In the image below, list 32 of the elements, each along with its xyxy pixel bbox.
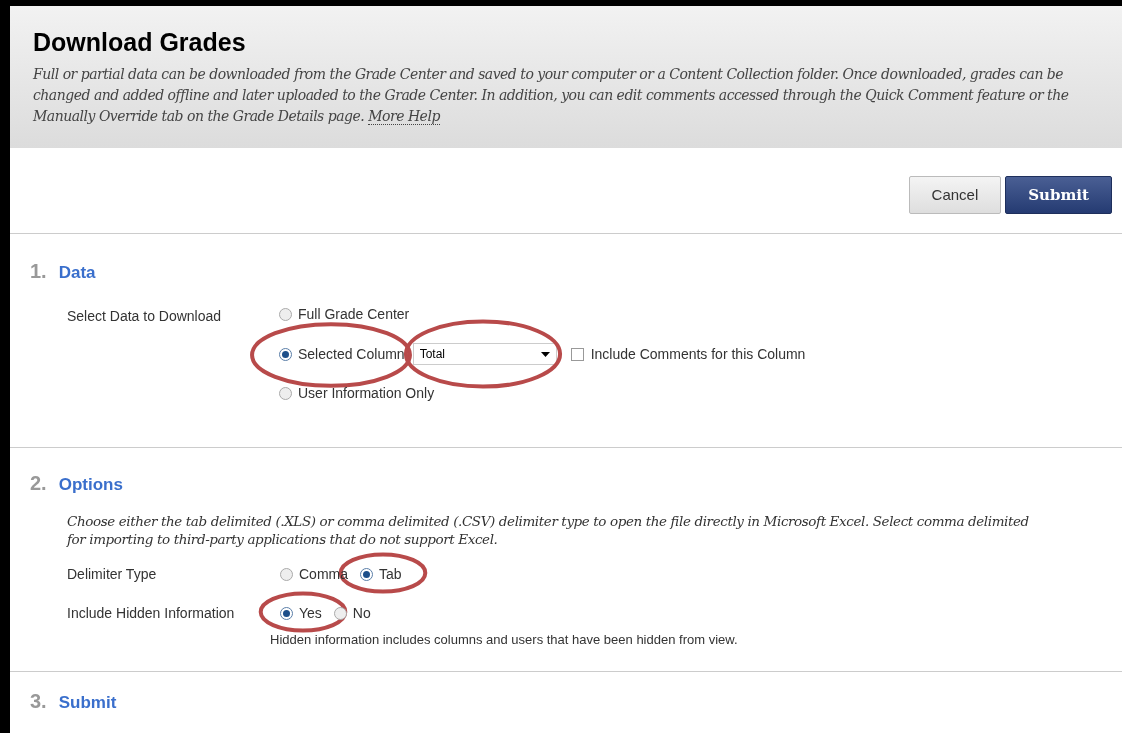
step-number: 2. [30,471,47,496]
radio-button[interactable] [333,607,347,620]
note-text: Hidden information includes columns and users that have been hidden from view. [270,631,738,649]
radio-button[interactable] [280,607,293,620]
radio-button[interactable] [279,308,292,321]
checkbox[interactable] [570,347,584,361]
description-text: Full or partial data can be downloaded from the Grade Center and saved to your computer or a Content Collection folder. Once downloaded, grades can be changed and added offline and later uploaded to the Grade Center. In addition, you can edit comments accessed through the Quick Comment feature or the Manually Override tab on the Grade Details page. More Help [33,64,1070,127]
option-label: User Information Only [298,384,435,403]
caret-icon [540,351,550,357]
submit-button[interactable]: Submit [1005,176,1112,214]
step-number: 1. [30,259,47,284]
section-title: Options [58,474,123,496]
option-label: Full Grade Center [298,305,410,324]
cancel-button[interactable]: Cancel [908,176,1002,214]
more-help-link[interactable]: More Help [368,107,440,125]
option-label: Selected Column [298,344,405,364]
radio-button[interactable] [360,568,373,581]
checkbox-label: Include Comments for this Column [590,344,806,364]
section-title: Data [58,262,96,284]
option-label: Yes [299,604,322,623]
step-number: 3. [30,689,47,714]
field-label: Select Data to Download [67,307,223,326]
option-label: Tab [379,565,402,584]
field-label: Delimiter Type [67,565,158,584]
instructions-text: Choose either the tab delimited (.XLS) or comma delimited (.CSV) delimiter type to open the file directly in Microsoft Excel. Select comma delimited for importing to third-party applications that do not support Excel. [67,512,1030,548]
radio-button[interactable] [280,568,293,581]
page-title: Download Grades [33,27,247,58]
column-dropdown[interactable]: Total [412,343,557,365]
section-title: Submit [58,692,117,714]
radio-button[interactable] [279,387,292,400]
option-label: No [352,604,371,623]
radio-button[interactable] [279,347,292,361]
